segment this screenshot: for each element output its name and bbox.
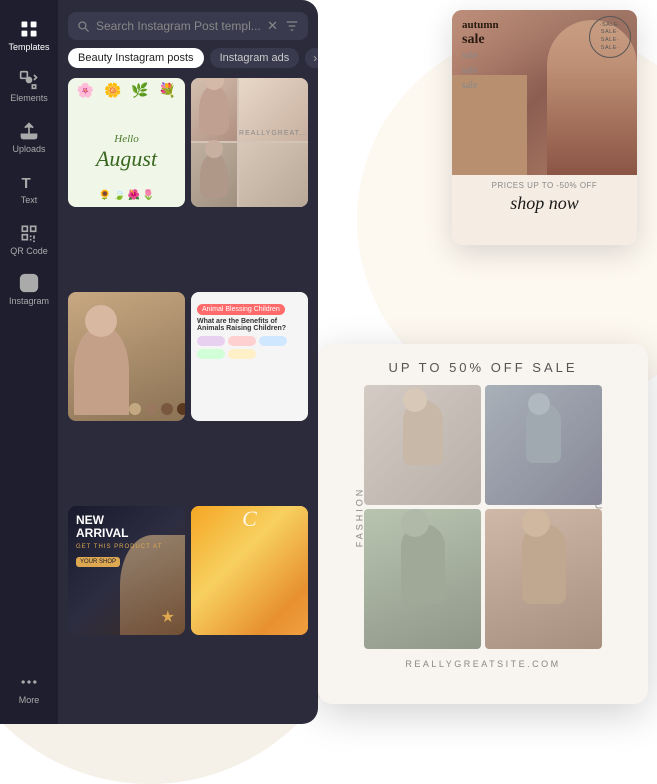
card-yellow-inner: C <box>191 506 308 635</box>
sidebar-item-qrcode[interactable]: QR Code <box>3 216 55 263</box>
sidebar-item-text-label: Text <box>21 196 38 206</box>
filter-tab-beauty[interactable]: Beauty Instagram posts <box>68 48 204 68</box>
fashion-cell-4 <box>239 143 308 206</box>
fashion-grid-cell-4 <box>485 509 602 649</box>
fashion-grid-bottom-row <box>364 509 602 649</box>
fashion-grid-container: FASHION AUTUMN '22 <box>334 385 632 649</box>
sidebar-item-instagram[interactable]: Instagram <box>3 266 55 313</box>
sidebar-item-text[interactable]: T Text <box>3 165 55 212</box>
fashion-side-text-left: FASHION <box>354 487 364 548</box>
sidebar-item-instagram-label: Instagram <box>9 297 49 307</box>
qr-icon <box>18 222 40 244</box>
sidebar-item-qrcode-label: QR Code <box>10 247 48 257</box>
sale-label-3: sale <box>462 63 499 78</box>
autumn-text-overlay: autumn sale sale sale sale <box>462 18 499 93</box>
benefits-blobs <box>197 336 302 359</box>
sale-label-4: sale <box>462 78 499 93</box>
prices-text: PRICES UP TO -50% OFF <box>492 181 598 190</box>
more-icon <box>18 671 40 693</box>
preview-bottom-card[interactable]: UP TO 50% OFF SALE FASHION AUTUMN '22 <box>318 344 648 704</box>
circle-sale-badge: ·SALE·SALE·SALE·SALE· <box>589 16 631 58</box>
sidebar-item-templates[interactable]: Templates <box>3 12 55 59</box>
upload-icon <box>18 120 40 142</box>
sidebar-item-uploads-label: Uploads <box>12 145 45 155</box>
fashion-cell-2: REALLYGREAT... <box>239 78 308 141</box>
fashion-cell-1 <box>191 78 237 141</box>
template-panel: ✕ Beauty Instagram posts Instagram ads ›… <box>58 0 318 724</box>
benefits-title: What are the Benefits ofAnimals Raising … <box>197 318 302 332</box>
template-card-hello-august[interactable]: 🌸 🌼 🌿 💐 Hello August 🌻 🍃 🌺 🌷 <box>68 78 185 207</box>
main-container: Templates Elements Uploads T Text QR Cod… <box>0 0 657 724</box>
sale-label-2: sale <box>462 48 499 63</box>
card-brown-inner <box>68 292 185 421</box>
search-input[interactable] <box>96 19 261 33</box>
template-card-benefits[interactable]: Animal Blessing Children What are the Be… <box>191 292 308 421</box>
fashion-grid-cell-1 <box>364 385 481 505</box>
new-arrival-label: NEWARRIVAL <box>76 514 162 540</box>
canvas-area: autumn sale sale sale sale ·SALE·SALE·SA… <box>318 0 657 724</box>
template-grid: 🌸 🌼 🌿 💐 Hello August 🌻 🍃 🌺 🌷 <box>58 78 318 724</box>
fashion-grid-cell-2 <box>485 385 602 505</box>
preview-top-bottom: PRICES UP TO -50% OFF shop now <box>452 175 637 220</box>
fashion-grid <box>364 385 602 649</box>
preview-bottom-footer: REALLYGREATSITE.COM <box>334 659 632 669</box>
hello-text: Hello <box>96 133 157 146</box>
filter-icon[interactable] <box>284 18 300 34</box>
shop-now-text: shop now <box>510 193 579 214</box>
circle-badge-text: ·SALE·SALE·SALE·SALE· <box>598 20 623 55</box>
card-fashion-inner: REALLYGREAT... <box>191 78 308 207</box>
fashion-cell-3 <box>191 143 237 206</box>
search-clear-button[interactable]: ✕ <box>267 18 278 34</box>
filter-tab-next-arrow[interactable]: › <box>305 48 318 68</box>
flowers-decoration: 🌸 🌼 🌿 💐 <box>72 82 181 99</box>
fashion-grid-cell-3 <box>364 509 481 649</box>
template-card-yellow[interactable]: C <box>191 506 308 635</box>
filter-tab-instagram-ads[interactable]: Instagram ads <box>210 48 300 68</box>
new-arrival-badge: YOUR SHOP <box>76 557 120 567</box>
sidebar-item-elements[interactable]: Elements <box>3 63 55 110</box>
sidebar-item-uploads[interactable]: Uploads <box>3 114 55 161</box>
preview-top-image: autumn sale sale sale sale ·SALE·SALE·SA… <box>452 10 637 175</box>
preview-top-card[interactable]: autumn sale sale sale sale ·SALE·SALE·SA… <box>452 10 637 245</box>
sidebar-item-more[interactable]: More <box>3 665 55 712</box>
sidebar: Templates Elements Uploads T Text QR Cod… <box>0 0 58 724</box>
template-card-new-arrival[interactable]: NEWARRIVAL GET THIS PRODUCT AT YOUR SHOP… <box>68 506 185 635</box>
search-bar: ✕ <box>68 12 308 40</box>
template-card-brown-fashion[interactable] <box>68 292 185 421</box>
text-icon: T <box>18 171 40 193</box>
search-icon <box>76 19 90 33</box>
sale-label-1: sale <box>462 32 499 48</box>
filter-tabs: Beauty Instagram posts Instagram ads › <box>58 48 318 68</box>
elements-icon <box>18 69 40 91</box>
sidebar-item-more-label: More <box>19 696 40 706</box>
template-card-fashion-grid[interactable]: REALLYGREAT... <box>191 78 308 207</box>
arrival-star-icon: ★ <box>161 607 175 627</box>
august-text: August <box>96 146 157 172</box>
benefits-badge: Animal Blessing Children <box>197 304 285 315</box>
autumn-label: autumn <box>462 18 499 32</box>
instagram-icon <box>18 272 40 294</box>
sidebar-item-templates-label: Templates <box>8 43 49 53</box>
card-arrival-inner: NEWARRIVAL GET THIS PRODUCT AT YOUR SHOP… <box>68 506 185 635</box>
svg-text:T: T <box>22 175 31 192</box>
card-hello-inner: 🌸 🌼 🌿 💐 Hello August 🌻 🍃 🌺 🌷 <box>68 78 185 207</box>
grid-icon <box>18 18 40 40</box>
card-benefits-inner: Animal Blessing Children What are the Be… <box>191 292 308 421</box>
preview-bottom-title: UP TO 50% OFF SALE <box>334 360 632 375</box>
new-arrival-sub: GET THIS PRODUCT AT <box>76 544 162 550</box>
sidebar-item-elements-label: Elements <box>10 94 48 104</box>
